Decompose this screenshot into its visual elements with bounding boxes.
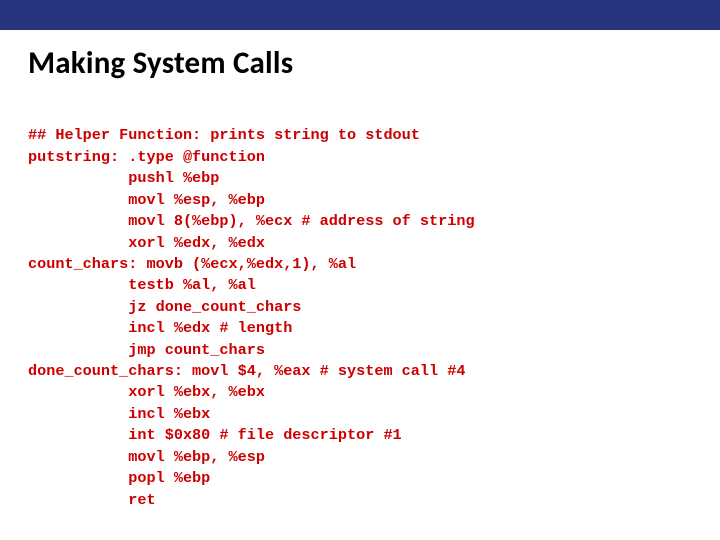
slide-body: Making System Calls ## Helper Function: …	[0, 44, 720, 532]
code-line: incl %ebx	[28, 405, 210, 423]
code-line: jz done_count_chars	[28, 298, 301, 316]
code-line: xorl %edx, %edx	[28, 234, 265, 252]
code-line: movl %ebp, %esp	[28, 448, 265, 466]
slide-title: Making System Calls	[28, 44, 692, 82]
code-line: movl %esp, %ebp	[28, 191, 265, 209]
code-line: popl %ebp	[28, 469, 210, 487]
code-line: count_chars: movb (%ecx,%edx,1), %al	[28, 255, 356, 273]
code-line: putstring: .type @function	[28, 148, 265, 166]
code-block: ## Helper Function: prints string to std…	[28, 104, 692, 532]
code-line: done_count_chars: movl $4, %eax # system…	[28, 362, 465, 380]
code-line: incl %edx # length	[28, 319, 292, 337]
code-line: ## Helper Function: prints string to std…	[28, 126, 420, 144]
code-line: ret	[28, 491, 156, 509]
code-line: pushl %ebp	[28, 169, 219, 187]
code-line: jmp count_chars	[28, 341, 265, 359]
code-line: movl 8(%ebp), %ecx # address of string	[28, 212, 475, 230]
header-band	[0, 0, 720, 30]
code-line: int $0x80 # file descriptor #1	[28, 426, 402, 444]
code-line: testb %al, %al	[28, 276, 256, 294]
code-line: xorl %ebx, %ebx	[28, 383, 265, 401]
